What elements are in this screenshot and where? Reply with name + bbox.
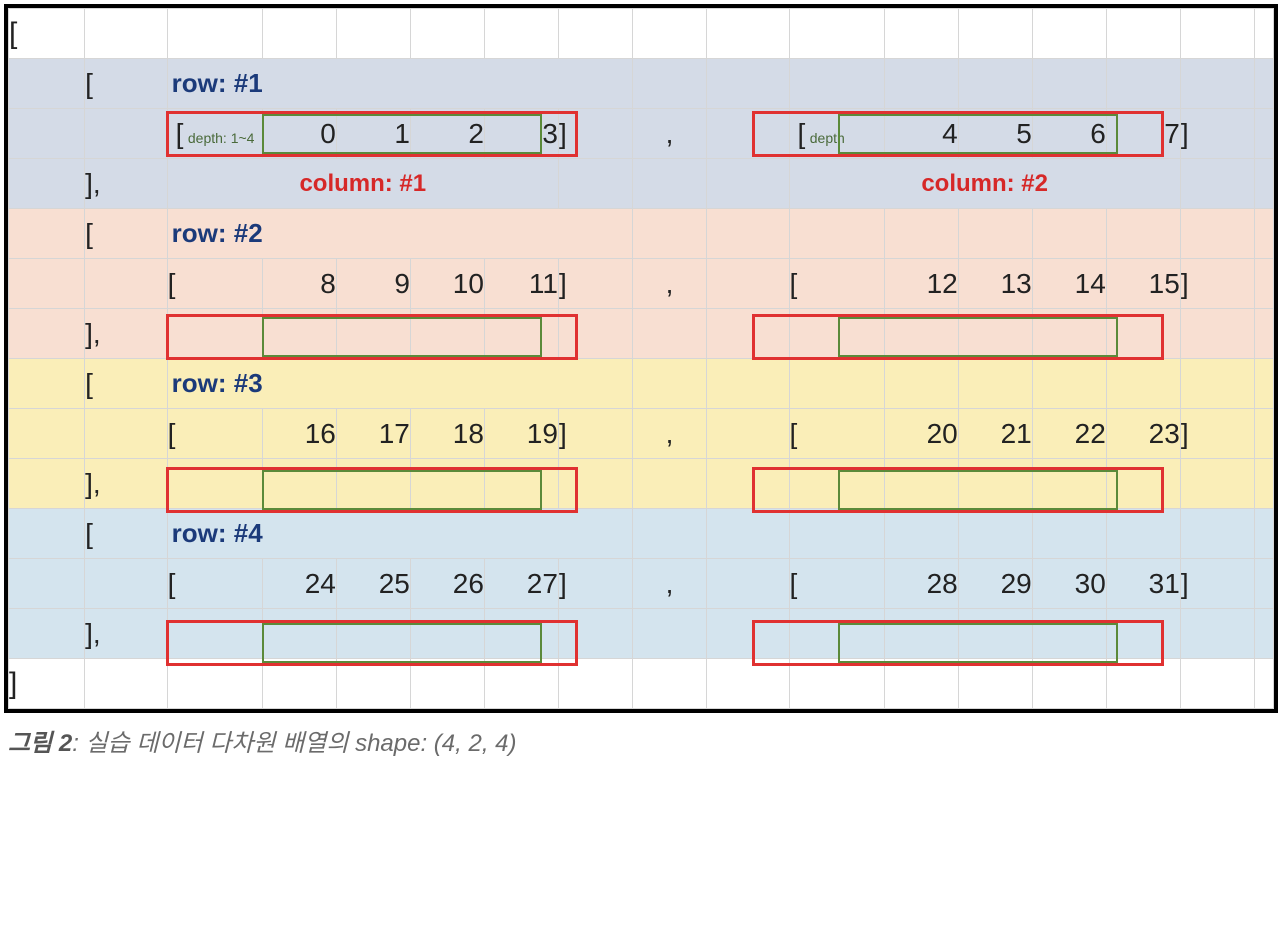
cell-0-1-0: 4 [884, 109, 958, 159]
depth-open: [ [167, 259, 262, 309]
depth-close: ] [558, 109, 632, 159]
depth-close: ] [558, 259, 632, 309]
depth-open: [ [790, 118, 806, 149]
row-close-bracket: ], [85, 609, 168, 659]
depth-close: ] [1180, 559, 1254, 609]
comma: , [632, 409, 706, 459]
cell-0-1-3: 7 [1106, 109, 1180, 159]
row-open-bracket: [ [85, 59, 168, 109]
cell-1-1-1: 13 [958, 259, 1032, 309]
depth-close: ] [558, 409, 632, 459]
cell-3-0-1: 25 [336, 559, 410, 609]
cell-2-1-3: 23 [1106, 409, 1180, 459]
depth-open: [ [168, 118, 184, 149]
cell-3-0-3: 27 [484, 559, 558, 609]
cell-0-1-1: 5 [958, 109, 1032, 159]
cell-2-0-3: 19 [484, 409, 558, 459]
cell-1-1-3: 15 [1106, 259, 1180, 309]
depth-label-1-left: depth: 1~4 [188, 130, 255, 146]
array-grid: [ [ row: #1 [ depth: 1~4 0 1 2 3 ] , [ [8, 8, 1274, 709]
cell-2-1-0: 20 [884, 409, 958, 459]
cell-1-1-0: 12 [884, 259, 958, 309]
comma: , [632, 559, 706, 609]
row-close-bracket: ], [85, 159, 168, 209]
cell-1-0-2: 10 [410, 259, 484, 309]
depth-label-1-right: depth [810, 130, 845, 146]
cell-2-1-1: 21 [958, 409, 1032, 459]
cell-1-0-3: 11 [484, 259, 558, 309]
cell-2-0-2: 18 [410, 409, 484, 459]
cell-0-0-3: 3 [484, 109, 558, 159]
comma: , [632, 109, 706, 159]
depth-open: [ [167, 409, 262, 459]
caption-prefix: 그림 2 [8, 730, 72, 757]
column-1-label: column: #1 [299, 170, 426, 197]
cell-2-0-1: 17 [336, 409, 410, 459]
row-4-label: row: #4 [168, 518, 263, 548]
cell-0-0-0: 0 [262, 109, 336, 159]
cell-2-0-0: 16 [262, 409, 336, 459]
cell-3-1-0: 28 [884, 559, 958, 609]
cell-3-0-0: 24 [262, 559, 336, 609]
outer-bracket-close: ] [9, 659, 85, 709]
cell-3-0-2: 26 [410, 559, 484, 609]
depth-open: [ [789, 259, 884, 309]
diagram-frame: [ [ row: #1 [ depth: 1~4 0 1 2 3 ] , [ [4, 4, 1278, 713]
cell-0-1-2: 6 [1032, 109, 1106, 159]
cell-3-1-2: 30 [1032, 559, 1106, 609]
cell-3-1-1: 29 [958, 559, 1032, 609]
cell-1-0-0: 8 [262, 259, 336, 309]
cell-1-1-2: 14 [1032, 259, 1106, 309]
comma: , [632, 259, 706, 309]
outer-bracket-open: [ [9, 9, 85, 59]
caption-text: : 실습 데이터 다차원 배열의 shape: (4, 2, 4) [72, 730, 516, 757]
depth-open: [ [789, 559, 884, 609]
depth-open: [ [789, 409, 884, 459]
row-3-label: row: #3 [168, 368, 263, 398]
depth-close: ] [1180, 109, 1254, 159]
depth-close: ] [1180, 259, 1254, 309]
cell-0-0-1: 1 [336, 109, 410, 159]
column-2-label: column: #2 [921, 170, 1048, 197]
depth-close: ] [1180, 409, 1254, 459]
row-close-bracket: ], [85, 459, 168, 509]
depth-close: ] [558, 559, 632, 609]
depth-open: [ [167, 559, 262, 609]
row-1-label: row: #1 [168, 68, 263, 98]
figure-caption: 그림 2: 실습 데이터 다차원 배열의 shape: (4, 2, 4) [8, 723, 1274, 758]
cell-3-1-3: 31 [1106, 559, 1180, 609]
row-open-bracket: [ [85, 209, 168, 259]
row-open-bracket: [ [85, 359, 168, 409]
row-open-bracket: [ [85, 509, 168, 559]
cell-1-0-1: 9 [336, 259, 410, 309]
cell-2-1-2: 22 [1032, 409, 1106, 459]
cell-0-0-2: 2 [410, 109, 484, 159]
row-close-bracket: ], [85, 309, 168, 359]
row-2-label: row: #2 [168, 218, 263, 248]
